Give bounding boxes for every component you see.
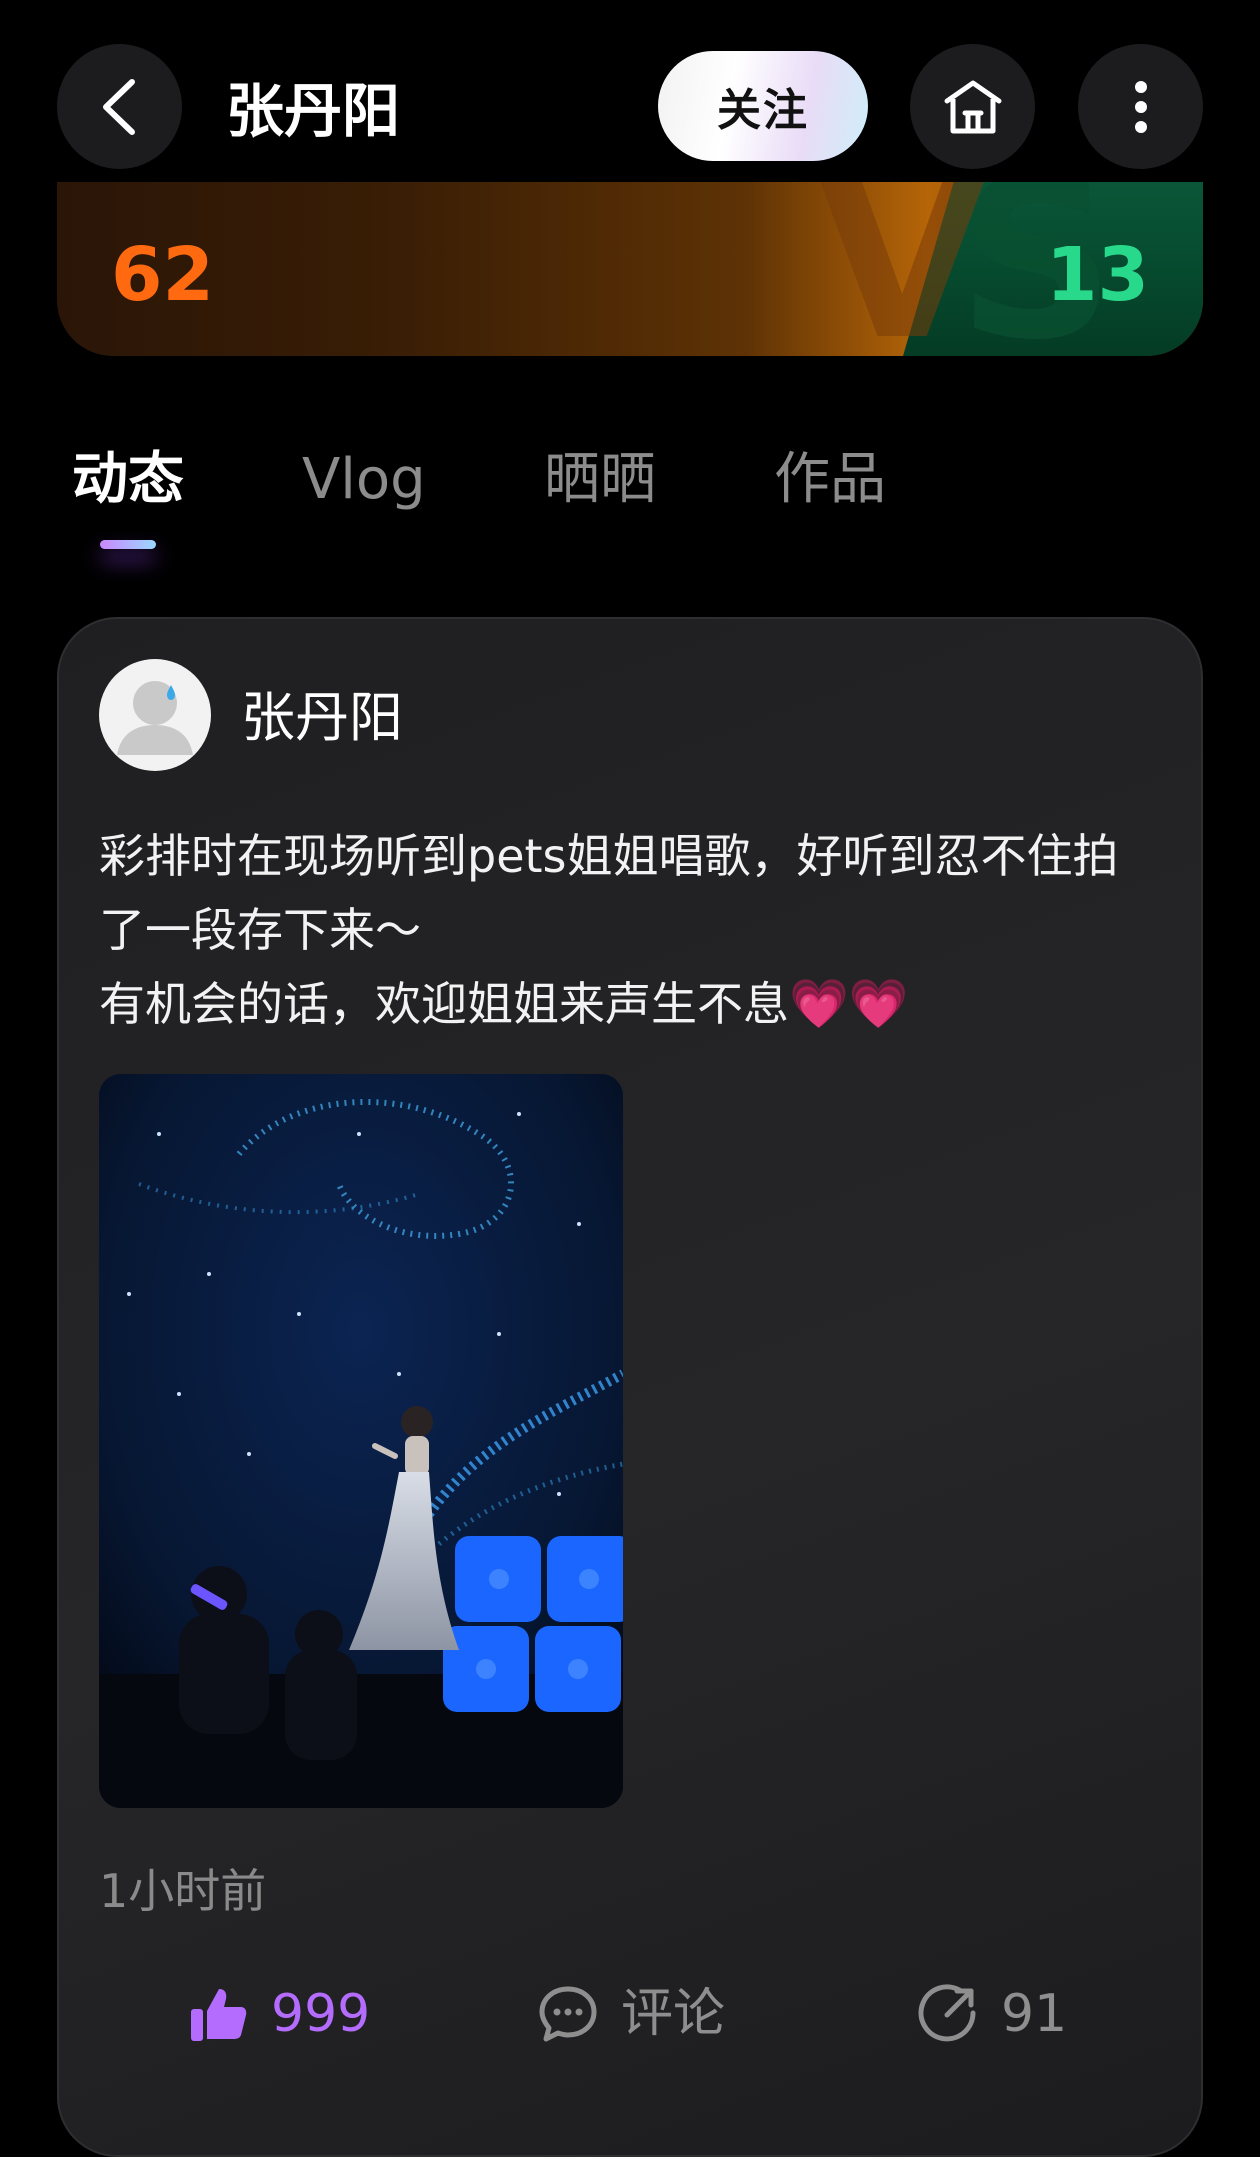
post-video-thumbnail[interactable] xyxy=(99,1074,623,1808)
active-tab-indicator xyxy=(100,540,156,549)
tab-works[interactable]: 作品 xyxy=(774,440,886,520)
page-title: 张丹阳 xyxy=(226,77,401,145)
post-text-line: 有机会的话，欢迎姐姐来声生不息💗💗 xyxy=(99,967,1159,1041)
more-button[interactable] xyxy=(1078,44,1203,169)
home-icon xyxy=(944,80,1001,133)
home-button[interactable] xyxy=(910,44,1035,169)
concert-photo xyxy=(99,1074,623,1808)
post-timestamp: 1小时前 xyxy=(99,1864,267,1918)
back-button[interactable] xyxy=(57,44,182,169)
follow-button[interactable]: 关注 xyxy=(658,51,868,161)
tab-share[interactable]: 晒晒 xyxy=(544,440,656,520)
share-count: 91 xyxy=(1001,1984,1068,2044)
avatar[interactable] xyxy=(99,659,211,771)
like-count: 999 xyxy=(271,1984,371,2044)
tab-dynamics[interactable]: 动态 xyxy=(72,440,184,520)
post-text-line: 彩排时在现场听到pets姐姐唱歌，好听到忍不住拍了一段存下来～ xyxy=(99,829,1119,957)
share-button[interactable]: 91 xyxy=(917,1979,1067,2049)
post-text-segment: 有机会的话，欢迎姐姐来声生不息 xyxy=(99,977,789,1031)
back-icon xyxy=(102,78,135,135)
more-icon xyxy=(1134,80,1147,133)
share-icon xyxy=(918,1984,976,2042)
post-card[interactable]: 张丹阳 彩排时在现场听到pets姐姐唱歌，好听到忍不住拍了一段存下来～ 有机会的… xyxy=(57,617,1203,2157)
left-score: 62 xyxy=(111,232,214,318)
heart-emoji: 💗💗 xyxy=(789,976,909,1032)
comment-icon xyxy=(539,1986,597,2042)
tab-vlog[interactable]: Vlog xyxy=(302,440,426,520)
thumbs-up-icon xyxy=(191,1989,247,2041)
like-button[interactable]: 999 xyxy=(187,1979,370,2049)
post-content: 彩排时在现场听到pets姐姐唱歌，好听到忍不住拍了一段存下来～ 有机会的话，欢迎… xyxy=(99,819,1159,1041)
default-avatar-icon xyxy=(117,681,193,755)
comment-button[interactable]: 评论 xyxy=(537,1979,725,2049)
top-bar: 张丹阳 关注 xyxy=(0,0,1260,182)
author-name[interactable]: 张丹阳 xyxy=(241,681,403,755)
right-score: 13 xyxy=(1046,232,1149,318)
comment-label: 评论 xyxy=(621,1984,726,2044)
